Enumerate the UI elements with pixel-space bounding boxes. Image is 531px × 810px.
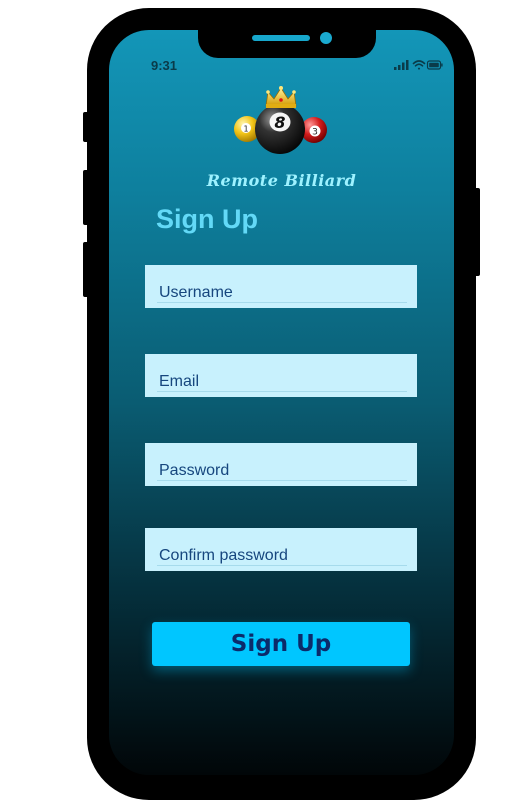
app-screen: 9:31 1 3 8 Remote Billiard Sign Up Usern… xyxy=(109,30,454,775)
wifi-icon xyxy=(412,60,426,70)
eight-ball-icon: 8 xyxy=(255,104,305,154)
field-underline xyxy=(157,302,407,303)
app-logo: 1 3 8 xyxy=(233,84,329,164)
crown-icon xyxy=(265,86,297,108)
sign-up-button[interactable]: Sign Up xyxy=(152,622,410,666)
email-field xyxy=(145,354,417,397)
signal-icon xyxy=(394,60,409,70)
status-time: 9:31 xyxy=(151,58,178,73)
mute-switch xyxy=(83,112,89,142)
field-underline xyxy=(157,480,407,481)
red-ball-number: 3 xyxy=(312,128,318,138)
status-icons xyxy=(394,58,444,76)
brand-name: Remote Billiard xyxy=(206,171,357,190)
field-underline xyxy=(157,565,407,566)
confirm-password-field xyxy=(145,528,417,571)
front-camera xyxy=(320,32,332,44)
volume-down-button xyxy=(83,242,89,297)
battery-icon xyxy=(426,60,443,70)
eight-ball-number: 8 xyxy=(274,113,285,132)
notch xyxy=(198,30,376,58)
password-field xyxy=(145,443,417,486)
yellow-ball-number: 1 xyxy=(243,125,248,134)
power-button xyxy=(474,188,480,276)
page-title: Sign Up xyxy=(156,204,258,234)
username-field xyxy=(145,265,417,308)
field-underline xyxy=(157,391,407,392)
volume-up-button xyxy=(83,170,89,225)
speaker-grille xyxy=(252,35,310,41)
